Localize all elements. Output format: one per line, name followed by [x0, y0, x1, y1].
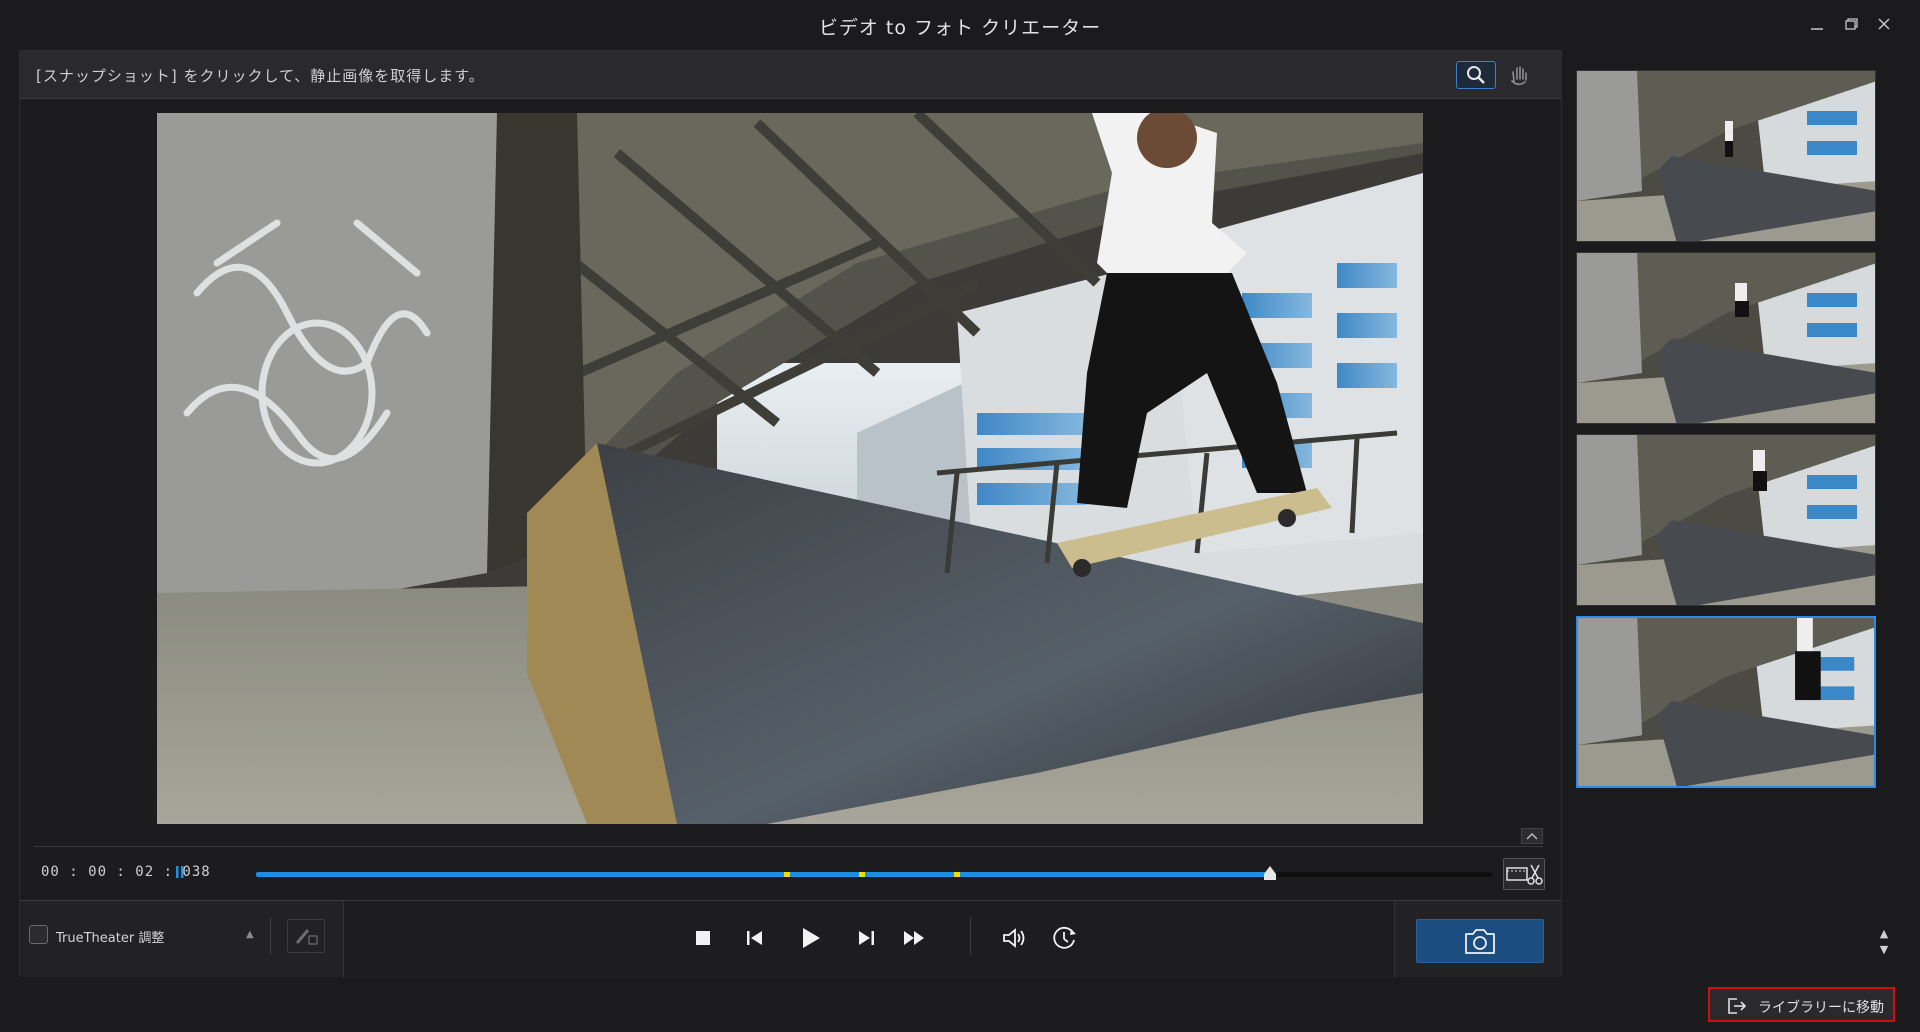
seek-bar[interactable]	[256, 866, 1492, 880]
thumbnail-item[interactable]	[1576, 252, 1876, 424]
edit-button[interactable]	[287, 919, 325, 953]
fast-forward-icon[interactable]	[899, 923, 929, 953]
go-to-library-label: ライブラリーに移動	[1758, 1000, 1884, 1016]
zoom-icon	[1467, 66, 1485, 84]
volume-icon[interactable]	[999, 923, 1029, 953]
thumbnail-item[interactable]	[1576, 70, 1876, 242]
seek-bar-progress	[256, 872, 1270, 877]
scroll-down-icon[interactable]: ▼	[1877, 942, 1891, 958]
divider	[270, 917, 271, 955]
stop-icon[interactable]	[688, 923, 718, 953]
title-bar: ビデオ to フォト クリエーター	[0, 0, 1920, 50]
snapshot-marker[interactable]	[953, 872, 960, 877]
truetheater-label: TrueTheater 調整	[56, 931, 165, 946]
playhead-handle[interactable]	[1263, 866, 1276, 880]
control-bar: TrueTheater 調整 ▲	[20, 900, 1561, 978]
divider	[34, 846, 1543, 847]
truetheater-checkbox[interactable]	[29, 925, 48, 944]
snapshot-button[interactable]	[1416, 919, 1544, 963]
hint-text: [スナップショット] をクリックして、静止画像を取得します。	[36, 67, 485, 85]
minimize-icon[interactable]	[1807, 14, 1827, 34]
trim-button[interactable]	[1503, 858, 1545, 890]
burst-timer-icon[interactable]	[1049, 923, 1079, 953]
thumbnail-image	[1577, 435, 1875, 605]
hand-tool-button[interactable]	[1500, 61, 1540, 89]
thumbnail-image	[1577, 71, 1875, 241]
thumbnail-image	[1578, 618, 1874, 786]
divider	[970, 917, 971, 955]
next-frame-icon[interactable]	[851, 923, 881, 953]
previous-frame-icon[interactable]	[740, 923, 770, 953]
play-icon[interactable]	[795, 923, 825, 953]
video-frame-image	[157, 113, 1423, 824]
zoom-tool-button[interactable]	[1456, 61, 1496, 89]
window-title: ビデオ to フォト クリエーター	[818, 17, 1102, 39]
main-panel: [スナップショット] をクリックして、静止画像を取得します。 00: 00:…	[19, 50, 1562, 978]
thumbnail-item[interactable]	[1576, 434, 1876, 606]
thumbnail-image	[1577, 253, 1875, 423]
pause-indicator-icon	[176, 866, 184, 878]
go-to-library-button[interactable]: ライブラリーに移動	[1708, 987, 1895, 1022]
export-icon	[1728, 998, 1747, 1014]
snapshot-marker[interactable]	[858, 872, 865, 877]
snapshot-thumbnails: ▲ ▼	[1566, 50, 1900, 976]
thumbnail-item-selected[interactable]	[1576, 616, 1876, 788]
pencil-icon	[295, 929, 318, 945]
chevron-up-icon	[1526, 832, 1538, 840]
close-icon[interactable]	[1874, 14, 1894, 34]
playback-controls	[343, 901, 1395, 978]
hint-bar: [スナップショット] をクリックして、静止画像を取得します。	[20, 51, 1561, 99]
restore-icon[interactable]	[1841, 14, 1861, 34]
collapse-toggle-button[interactable]	[1521, 828, 1543, 844]
film-scissors-icon	[1506, 864, 1543, 885]
video-preview[interactable]	[157, 113, 1423, 824]
hand-pan-icon	[1511, 66, 1527, 86]
scroll-up-icon[interactable]: ▲	[1877, 926, 1891, 942]
expand-up-icon[interactable]: ▲	[246, 929, 254, 940]
thumbnail-scroll[interactable]: ▲ ▼	[1877, 926, 1891, 958]
camera-icon	[1465, 929, 1495, 954]
snapshot-marker[interactable]	[784, 872, 791, 877]
